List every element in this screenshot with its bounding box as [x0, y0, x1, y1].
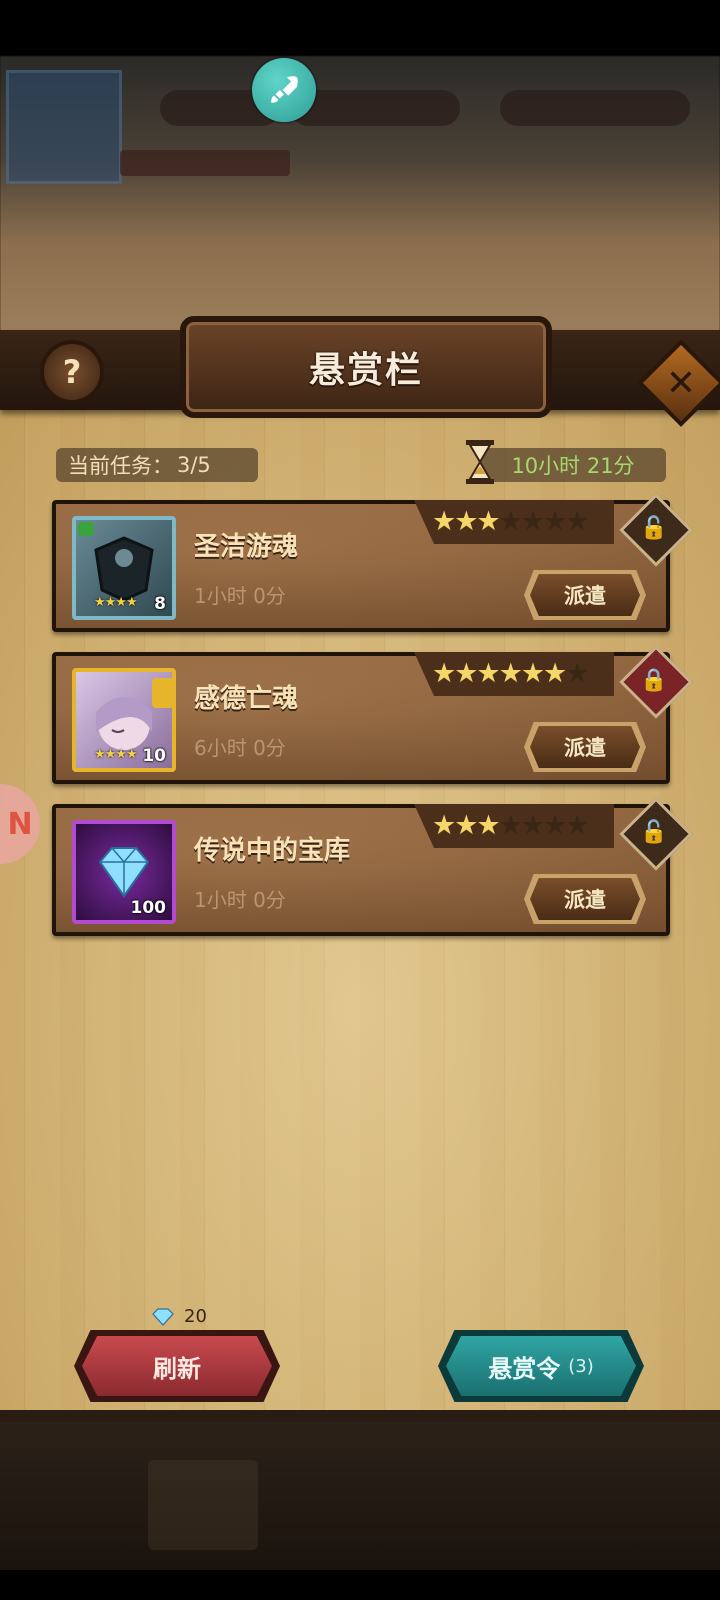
close-icon[interactable]: ✕ — [650, 352, 712, 414]
blurred-bar — [120, 150, 290, 176]
help-button[interactable]: ? — [40, 340, 104, 404]
reward-item-icon[interactable]: ★★★★ 10 — [72, 668, 176, 772]
mission-name: 感德亡魂 — [194, 684, 299, 714]
blurred-avatar — [6, 70, 122, 184]
mission-duration: 1小时 0分 — [194, 888, 286, 912]
rocket-glyph — [271, 76, 298, 103]
claw-icon: N — [7, 806, 33, 842]
tasks-value: 3/5 — [177, 453, 211, 477]
timer-value: 10小时 21分 — [511, 454, 635, 478]
refresh-cost: 20 — [150, 1306, 207, 1327]
system-nav-bar — [0, 1570, 720, 1600]
reward-count: 100 — [130, 898, 167, 918]
reward-stars: ★★★★ — [94, 595, 138, 610]
panel-bottom-edge — [0, 1410, 720, 1422]
refresh-button[interactable]: 刷新 — [82, 1336, 272, 1396]
nav-tab[interactable] — [448, 1460, 558, 1550]
question-icon: ? — [62, 353, 82, 391]
mission-duration: 6小时 0分 — [194, 736, 286, 760]
gem-icon — [152, 1307, 174, 1326]
mission-name: 传说中的宝库 — [194, 836, 351, 866]
mission-card: ★★★★ 10 感德亡魂 6小时 0分 ★★★★★★★ 🔒 派遣 — [52, 645, 693, 784]
bounty-label: 悬赏令 — [488, 1354, 561, 1383]
dispatch-button[interactable]: 派遣 — [530, 726, 640, 768]
star-rating: ★★★★★★★ — [432, 810, 589, 841]
rocket-icon[interactable] — [252, 58, 316, 122]
blurred-bar — [500, 90, 690, 126]
unlocked-padlock-icon[interactable]: 🔓 — [634, 812, 674, 852]
nav-tab[interactable] — [24, 1460, 134, 1550]
bounty-count: (3) — [568, 1355, 594, 1377]
mission-duration: 1小时 0分 — [194, 584, 286, 608]
reward-item-icon[interactable]: ★★★★ 8 — [72, 516, 176, 620]
star-rating: ★★★★★★★ — [432, 506, 589, 537]
tasks-label: 当前任务： — [68, 454, 173, 478]
dispatch-button[interactable]: 派遣 — [530, 574, 640, 616]
reward-stars: ★★★★ — [94, 747, 138, 762]
refresh-timer-tag: 10小时 21分 — [480, 448, 666, 482]
reward-count: 10 — [142, 746, 166, 766]
star-rating: ★★★★★★★ — [432, 658, 589, 689]
status-bar — [0, 0, 720, 56]
dispatch-button[interactable]: 派遣 — [530, 878, 640, 920]
nav-tab[interactable] — [304, 1460, 414, 1550]
hourglass-icon — [466, 440, 494, 484]
nav-tab[interactable] — [594, 1460, 704, 1550]
title-plate: 悬赏栏 — [180, 316, 552, 418]
mission-card: ★★★★ 8 圣洁游魂 1小时 0分 ★★★★★★★ 🔓 派遣 — [52, 493, 693, 632]
task-count-tag: 当前任务： 3/5 — [56, 448, 258, 482]
refresh-cost-value: 20 — [184, 1306, 207, 1327]
bounty-order-button[interactable]: 悬赏令 (3) — [446, 1336, 636, 1396]
nav-tab-selected[interactable] — [148, 1460, 258, 1550]
page-title: 悬赏栏 — [308, 350, 423, 391]
mission-name: 圣洁游魂 — [194, 532, 299, 562]
reward-count: 8 — [154, 594, 166, 614]
mission-card: 100 传说中的宝库 1小时 0分 ★★★★★★★ 🔓 派遣 — [52, 797, 693, 936]
refresh-label: 刷新 — [153, 1354, 201, 1383]
locked-padlock-icon[interactable]: 🔒 — [634, 660, 674, 700]
reward-item-icon[interactable]: 100 — [72, 820, 176, 924]
unlocked-padlock-icon[interactable]: 🔓 — [634, 508, 674, 548]
